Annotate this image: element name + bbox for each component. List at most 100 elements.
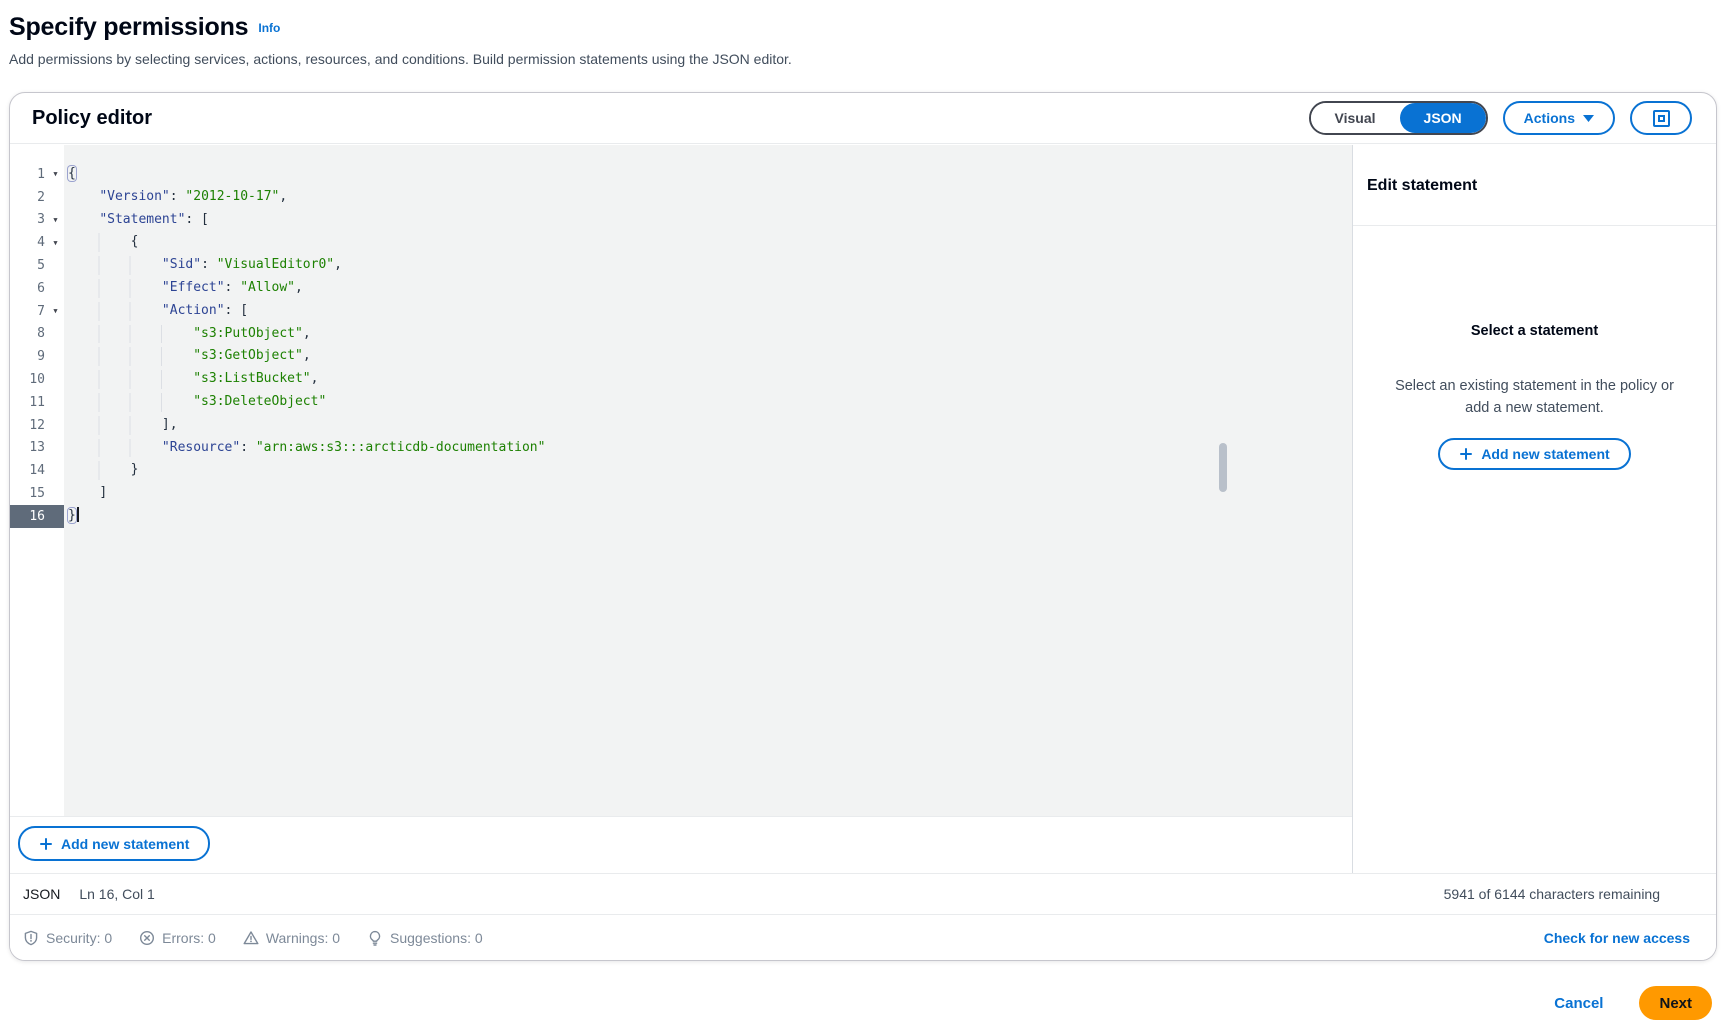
empty-state-description: Select an existing statement in the poli… (1365, 375, 1704, 419)
lint-item: Warnings: 0 (243, 930, 340, 946)
code-line[interactable]: } (68, 505, 1352, 528)
cancel-button[interactable]: Cancel (1554, 995, 1603, 1012)
fold-arrow-icon[interactable]: ▼ (47, 216, 64, 224)
line-number: 12 (10, 418, 47, 433)
editor-status-bar: JSON Ln 16, Col 1 5941 of 6144 character… (10, 873, 1716, 914)
line-number: 16 (10, 509, 47, 524)
line-number: 9 (10, 349, 47, 364)
gutter-line[interactable]: 4▼ (10, 231, 64, 254)
code-line[interactable]: ] (68, 482, 1352, 505)
statement-empty-state: Select a statement Select an existing st… (1353, 323, 1716, 470)
code-line[interactable]: { (68, 163, 1352, 186)
fold-arrow-icon[interactable]: ▼ (47, 307, 64, 315)
code-line[interactable]: "Effect": "Allow", (68, 277, 1352, 300)
gutter-line[interactable]: 2 (10, 186, 64, 209)
code-line[interactable]: "Action": [ (68, 300, 1352, 323)
line-number: 15 (10, 486, 47, 501)
code-line[interactable]: ], (68, 414, 1352, 437)
edit-statement-title: Edit statement (1353, 145, 1716, 193)
check-new-access-link[interactable]: Check for new access (1544, 930, 1690, 946)
lint-bar: Security: 0 Errors: 0 Warnings: 0 Suggestio… (10, 914, 1716, 960)
maximize-icon (1653, 110, 1670, 127)
lint-item-label: Errors: 0 (162, 930, 216, 946)
code-line[interactable]: { (68, 231, 1352, 254)
maximize-editor-button[interactable] (1630, 101, 1692, 135)
gutter-line[interactable]: 13 (10, 437, 64, 460)
json-mode-button[interactable]: JSON (1400, 103, 1486, 133)
line-number: 4 (10, 235, 47, 250)
code-line[interactable]: "s3:DeleteObject" (68, 391, 1352, 414)
wizard-footer: Cancel Next (1554, 986, 1712, 1020)
gutter-line[interactable]: 14 (10, 459, 64, 482)
line-number: 14 (10, 463, 47, 478)
code-line[interactable]: "Statement": [ (68, 209, 1352, 232)
warning-triangle-icon (243, 930, 259, 946)
lint-item-label: Warnings: 0 (266, 930, 340, 946)
actions-button[interactable]: Actions (1503, 101, 1615, 135)
add-statement-label: Add new statement (61, 836, 189, 852)
policy-editor-title: Policy editor (32, 107, 152, 130)
plus-icon (39, 837, 53, 851)
status-cursor-position: Ln 16, Col 1 (79, 886, 155, 902)
lint-item: Security: 0 (23, 930, 112, 946)
code-line[interactable]: "s3:ListBucket", (68, 368, 1352, 391)
code-line[interactable]: "s3:PutObject", (68, 323, 1352, 346)
error-circle-icon (139, 930, 155, 946)
page-subtitle: Add permissions by selecting services, a… (9, 51, 792, 67)
suggestion-bulb-icon (367, 930, 383, 946)
line-number: 11 (10, 395, 47, 410)
policy-editor-header: Policy editor Visual JSON Actions (10, 93, 1716, 144)
line-number: 5 (10, 258, 47, 273)
page-header: Specify permissions Info Add permissions… (9, 13, 792, 67)
code-line[interactable]: } (68, 459, 1352, 482)
next-button[interactable]: Next (1639, 986, 1712, 1020)
code-line[interactable]: "Resource": "arn:aws:s3:::arcticdb-docum… (68, 437, 1352, 460)
actions-label: Actions (1524, 110, 1575, 126)
editor-scrollbar-thumb[interactable] (1219, 443, 1227, 492)
status-mode: JSON (23, 886, 60, 902)
fold-arrow-icon[interactable]: ▼ (47, 170, 64, 178)
gutter-line[interactable]: 7▼ (10, 300, 64, 323)
line-number: 2 (10, 190, 47, 205)
line-number: 10 (10, 372, 47, 387)
code-line[interactable]: "Version": "2012-10-17", (68, 186, 1352, 209)
editor-mode-toggle: Visual JSON (1309, 101, 1488, 135)
lint-item-label: Security: 0 (46, 930, 112, 946)
code-line[interactable]: "s3:GetObject", (68, 345, 1352, 368)
panel-add-statement-button[interactable]: Add new statement (1438, 438, 1630, 470)
edit-statement-panel: Edit statement Select a statement Select… (1353, 145, 1716, 873)
add-statement-button[interactable]: Add new statement (18, 826, 210, 861)
line-number: 7 (10, 304, 47, 319)
panel-add-statement-label: Add new statement (1481, 446, 1609, 462)
gutter-line[interactable]: 16 (10, 505, 64, 528)
gutter-line[interactable]: 5 (10, 254, 64, 277)
gutter-line[interactable]: 1▼ (10, 163, 64, 186)
lint-item: Suggestions: 0 (367, 930, 483, 946)
visual-mode-button[interactable]: Visual (1311, 103, 1400, 133)
info-link[interactable]: Info (258, 21, 280, 35)
code-line[interactable]: "Sid": "VisualEditor0", (68, 254, 1352, 277)
gutter-line[interactable]: 6 (10, 277, 64, 300)
gutter-line[interactable]: 10 (10, 368, 64, 391)
characters-remaining: 5941 of 6144 characters remaining (1444, 886, 1660, 902)
gutter-line[interactable]: 11 (10, 391, 64, 414)
lint-item: Errors: 0 (139, 930, 216, 946)
security-shield-icon (23, 930, 39, 946)
gutter-line[interactable]: 12 (10, 414, 64, 437)
gutter-line[interactable]: 8 (10, 323, 64, 346)
editor-code-area[interactable]: { "Version": "2012-10-17", "Statement": … (64, 145, 1352, 816)
gutter-line[interactable]: 3▼ (10, 209, 64, 232)
fold-arrow-icon[interactable]: ▼ (47, 239, 64, 247)
line-number: 1 (10, 167, 47, 182)
line-number: 3 (10, 212, 47, 227)
caret-down-icon (1583, 115, 1594, 122)
line-number: 8 (10, 326, 47, 341)
gutter-line[interactable]: 15 (10, 482, 64, 505)
json-code-editor[interactable]: 1▼23▼4▼567▼8910111213141516 { "Version":… (10, 145, 1352, 816)
gutter-line[interactable]: 9 (10, 345, 64, 368)
empty-state-title: Select a statement (1365, 323, 1704, 339)
plus-icon (1459, 447, 1473, 461)
panel-header-divider (1353, 225, 1716, 226)
page-title: Specify permissions (9, 13, 248, 42)
editor-gutter: 1▼23▼4▼567▼8910111213141516 (10, 145, 64, 816)
